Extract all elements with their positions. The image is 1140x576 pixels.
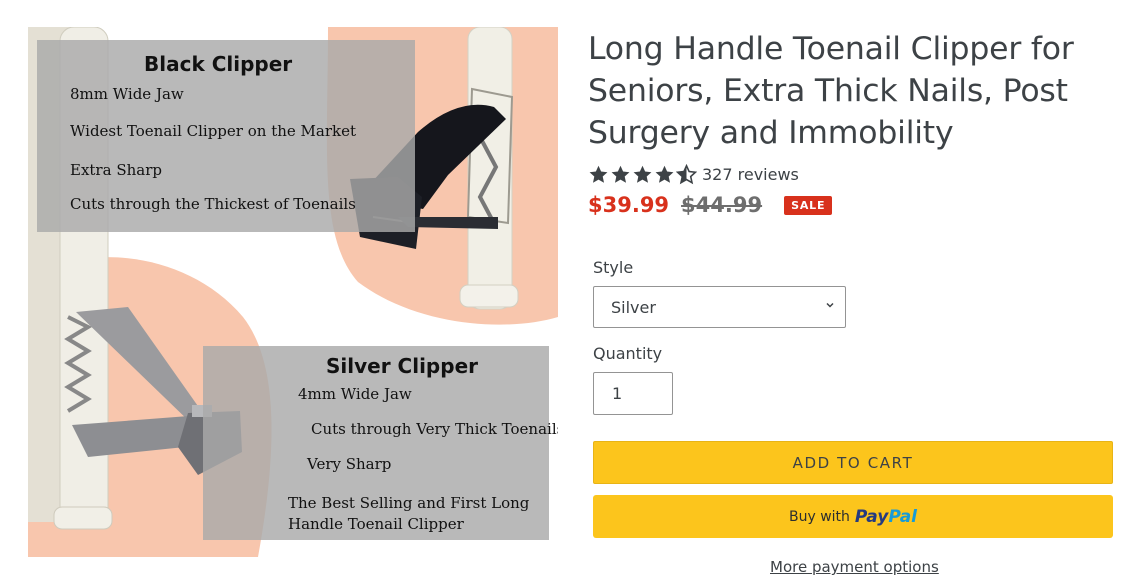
half-star-icon xyxy=(676,163,697,184)
silver-clipper-panel: Silver Clipper 4mm Wide Jaw Cuts through… xyxy=(203,346,558,540)
silver-clipper-feature-4: The Best Selling and First Long xyxy=(288,494,530,512)
sale-badge: SALE xyxy=(784,195,833,215)
sale-price: $39.99 xyxy=(588,193,670,217)
product-rating[interactable]: 327 reviews xyxy=(588,162,799,186)
silver-clipper-feature-3: Very Sharp xyxy=(307,455,392,473)
paypal-logo: PayPal xyxy=(855,507,917,527)
silver-clipper-feature-1: 4mm Wide Jaw xyxy=(298,385,412,403)
rating-stars xyxy=(588,163,698,185)
product-image[interactable]: Black Clipper 8mm Wide Jaw Widest Toenai… xyxy=(28,27,558,557)
regular-price: $44.99 xyxy=(681,193,763,217)
style-selected-value: Silver xyxy=(611,297,656,317)
black-clipper-feature-2: Widest Toenail Clipper on the Market xyxy=(70,122,356,140)
black-clipper-feature-4: Cuts through the Thickest of Toenails xyxy=(70,195,356,213)
add-to-cart-button[interactable]: ADD TO CART xyxy=(593,441,1113,484)
silver-clipper-feature-2: Cuts through Very Thick Toenails xyxy=(311,420,558,438)
silver-clipper-feature-5: Handle Toenail Clipper xyxy=(288,515,464,533)
black-clipper-feature-1: 8mm Wide Jaw xyxy=(70,85,184,103)
black-clipper-feature-3: Extra Sharp xyxy=(70,161,162,179)
add-to-cart-label: ADD TO CART xyxy=(792,453,914,472)
product-title: Long Handle Toenail Clipper for Seniors,… xyxy=(588,31,1074,151)
paypal-logo-pal: Pal xyxy=(888,506,917,527)
star-icon xyxy=(589,165,608,183)
more-payment-options-link[interactable]: More payment options xyxy=(770,558,939,576)
paypal-prefix: Buy with xyxy=(789,508,850,525)
paypal-logo-pay: Pay xyxy=(854,506,889,527)
quantity-input[interactable] xyxy=(593,372,673,415)
black-clipper-panel: Black Clipper 8mm Wide Jaw Widest Toenai… xyxy=(37,40,415,232)
style-label: Style xyxy=(593,258,634,277)
silver-clipper-title: Silver Clipper xyxy=(326,354,478,378)
style-select[interactable]: Silver xyxy=(593,286,846,328)
chevron-down-icon xyxy=(826,302,834,308)
quantity-label: Quantity xyxy=(593,344,663,363)
star-icon xyxy=(655,165,674,183)
review-count-link[interactable]: 327 reviews xyxy=(702,165,799,184)
price-row: $39.99 $44.99 SALE xyxy=(588,190,833,220)
paypal-button[interactable]: Buy with PayPal xyxy=(593,495,1113,538)
star-icon xyxy=(611,165,630,183)
star-icon xyxy=(633,165,652,183)
black-clipper-title: Black Clipper xyxy=(144,52,293,76)
